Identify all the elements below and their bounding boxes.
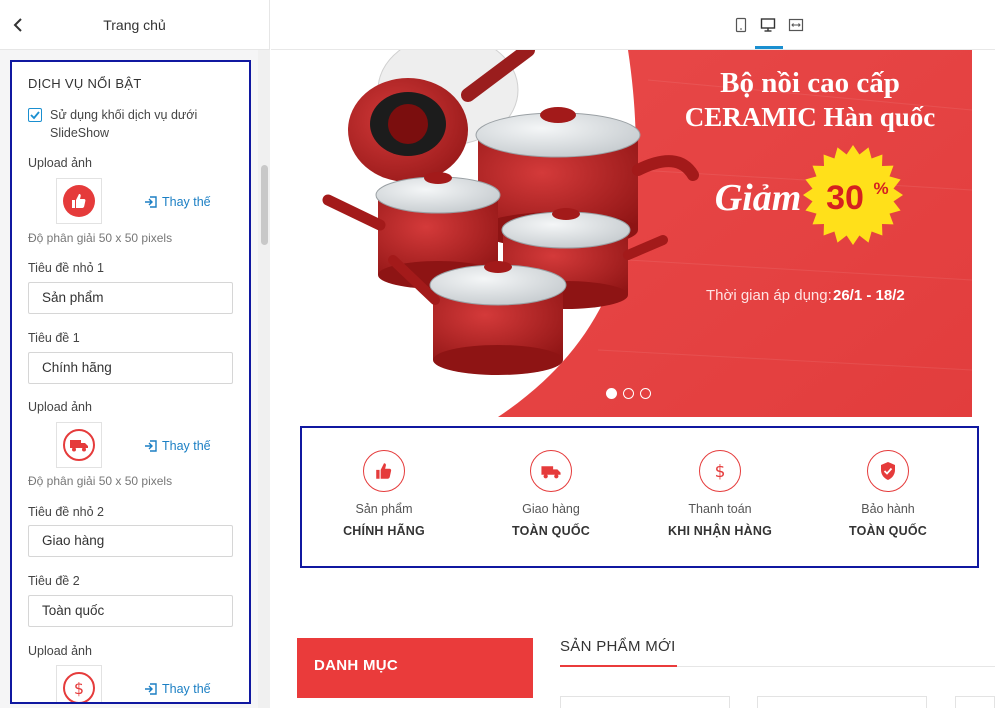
small-title-1-input[interactable]: Sản phẩm	[28, 282, 233, 314]
scrollbar-track[interactable]	[258, 50, 270, 708]
slideshow-banner[interactable]: Bộ nồi cao cấp CERAMIC Hàn quốc Giảm 30 …	[298, 50, 972, 417]
slide-dot-3[interactable]	[640, 388, 651, 399]
replace-icon	[145, 196, 157, 208]
settings-panel: Trang chủ DỊCH VỤ NỔI BẬT Sử dụng khối d…	[0, 0, 270, 708]
feature-big-4: TOÀN QUỐC	[849, 524, 927, 538]
checkbox-label: Sử dụng khối dịch vụ dưới SlideShow	[50, 108, 198, 140]
feature-item-4[interactable]: Bảo hành TOÀN QUỐC	[803, 428, 973, 538]
replace-button-2[interactable]: Thay thế	[144, 439, 211, 453]
banner-headline-2: CERAMIC Hàn quốc	[685, 102, 936, 132]
active-view-indicator	[755, 46, 783, 49]
feature-big-3: KHI NHẬN HÀNG	[668, 524, 772, 538]
upload-thumbnail-2[interactable]	[56, 422, 102, 468]
replace-button-1[interactable]: Thay thế	[144, 195, 211, 209]
category-header[interactable]: DANH MỤC	[297, 638, 533, 698]
featured-services-section: DỊCH VỤ NỔI BẬT Sử dụng khối dịch vụ dướ…	[10, 60, 251, 704]
feature-big-2: TOÀN QUỐC	[512, 524, 590, 538]
feature-item-1[interactable]: Sản phẩm CHÍNH HÃNG	[299, 428, 469, 538]
panel-header: Trang chủ	[0, 0, 269, 50]
product-card-1[interactable]	[560, 696, 730, 708]
replace-icon	[145, 683, 157, 695]
featured-services-block: Sản phẩm CHÍNH HÃNG Giao hàng TOÀN QUỐC …	[300, 426, 979, 568]
upload-thumbnail-1[interactable]	[56, 178, 102, 224]
field-label-small-title-2: Tiêu đề nhỏ 2	[28, 505, 104, 519]
title-1-input[interactable]: Chính hãng	[28, 352, 233, 384]
feature-small-4: Bảo hành	[861, 502, 915, 516]
promo-period-value: 26/1 - 18/2	[833, 287, 905, 304]
small-title-2-input[interactable]: Giao hàng	[28, 525, 233, 557]
use-service-block-toggle[interactable]: Sử dụng khối dịch vụ dưới SlideShow	[28, 106, 238, 142]
product-card-2[interactable]	[757, 696, 927, 708]
upload-label-3: Upload ảnh	[28, 644, 92, 658]
truck-icon	[541, 465, 561, 478]
feature-small-3: Thanh toán	[688, 502, 752, 516]
feature-item-3[interactable]: $ Thanh toán KHI NHẬN HÀNG	[635, 428, 805, 538]
thumbs-up-icon	[72, 194, 86, 208]
upload-label-2: Upload ảnh	[28, 400, 92, 414]
scrollbar-thumb[interactable]	[261, 165, 268, 245]
banner-graphic: Bộ nồi cao cấp CERAMIC Hàn quốc Giảm 30 …	[298, 50, 972, 417]
title-2-input[interactable]: Toàn quốc	[28, 595, 233, 627]
section-title: DỊCH VỤ NỔI BẬT	[28, 76, 142, 91]
product-card-3[interactable]	[955, 696, 995, 708]
new-products-title: SẢN PHẨM MỚI	[560, 638, 676, 655]
svg-text:$: $	[74, 679, 84, 698]
truck-icon	[70, 440, 88, 452]
shield-check-icon	[881, 462, 895, 480]
feature-small-2: Giao hàng	[522, 502, 580, 516]
resolution-hint-1: Độ phân giải 50 x 50 pixels	[28, 231, 173, 245]
upload-label-1: Upload ảnh	[28, 156, 92, 170]
resolution-hint-2: Độ phân giải 50 x 50 pixels	[28, 474, 173, 488]
field-label-title-2: Tiêu đề 2	[28, 574, 80, 588]
slide-pagination	[606, 388, 651, 399]
desktop-view-icon[interactable]	[760, 17, 776, 33]
check-icon	[30, 111, 40, 120]
discount-value: 30	[826, 179, 864, 217]
preview-toolbar	[271, 0, 995, 50]
field-label-small-title-1: Tiêu đề nhỏ 1	[28, 261, 104, 275]
dollar-icon: $	[715, 462, 726, 482]
panel-title: Trang chủ	[103, 17, 166, 33]
discount-word: Giảm	[715, 177, 802, 219]
new-products-underline	[560, 665, 677, 667]
feature-item-2[interactable]: Giao hàng TOÀN QUỐC	[466, 428, 636, 538]
discount-unit: %	[873, 179, 888, 198]
category-title: DANH MỤC	[314, 657, 399, 674]
feature-small-1: Sản phẩm	[355, 502, 413, 516]
slide-dot-1[interactable]	[606, 388, 617, 399]
thumbs-up-icon	[376, 463, 392, 479]
dollar-icon: $	[74, 679, 84, 698]
mobile-view-icon[interactable]	[733, 17, 749, 33]
fullwidth-view-icon[interactable]	[788, 17, 804, 33]
slide-dot-2[interactable]	[623, 388, 634, 399]
field-label-title-1: Tiêu đề 1	[28, 331, 80, 345]
replace-icon	[145, 440, 157, 452]
upload-thumbnail-3[interactable]: $	[56, 665, 102, 702]
promo-period-label: Thời gian áp dụng:	[706, 287, 832, 304]
feature-big-1: CHÍNH HÃNG	[343, 524, 425, 538]
svg-text:$: $	[715, 462, 726, 482]
checkbox-checked[interactable]	[28, 108, 42, 122]
banner-headline-1: Bộ nồi cao cấp	[720, 67, 900, 99]
replace-button-3[interactable]: Thay thế	[144, 682, 211, 696]
